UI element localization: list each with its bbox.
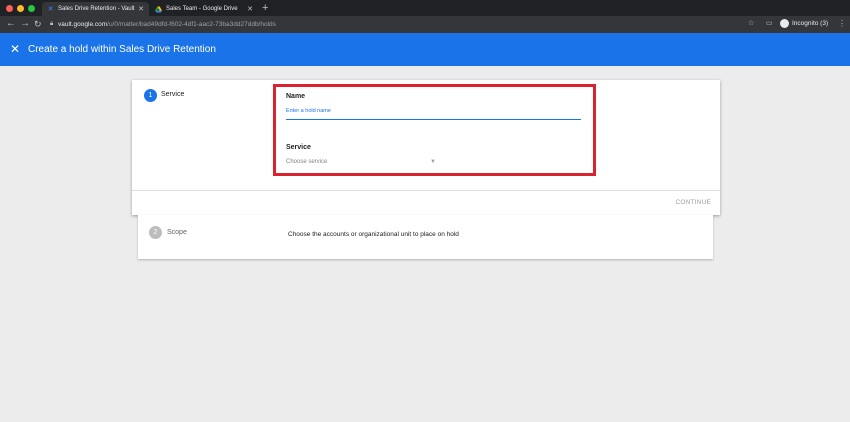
browser-tab-strip: ✕ Sales Drive Retention - Vault ✕ Sales … bbox=[0, 0, 850, 16]
maximize-window-button[interactable] bbox=[28, 5, 35, 12]
drive-icon bbox=[155, 6, 162, 13]
browser-toolbar: ← → ↻ 🔒︎ vault.google.com /u/0/matter/ba… bbox=[0, 16, 850, 33]
cast-icon[interactable]: ▭ bbox=[766, 18, 773, 30]
close-icon[interactable]: ✕ bbox=[247, 5, 253, 13]
step-label: Scope bbox=[167, 229, 187, 236]
url-host: vault.google.com bbox=[58, 21, 108, 28]
continue-button[interactable]: CONTINUE bbox=[675, 199, 711, 206]
address-bar[interactable]: 🔒︎ vault.google.com /u/0/matter/bad49dfd… bbox=[50, 18, 750, 31]
close-icon[interactable]: ✕ bbox=[10, 42, 20, 56]
divider bbox=[132, 190, 720, 191]
step-number-badge: 2 bbox=[149, 226, 162, 239]
lock-icon: 🔒︎ bbox=[50, 21, 54, 27]
close-window-button[interactable] bbox=[6, 5, 13, 12]
url-path: /u/0/matter/bad49dfd-f602-4df1-aac2-73ba… bbox=[107, 21, 276, 28]
reload-icon[interactable]: ↻ bbox=[34, 18, 42, 30]
minimize-window-button[interactable] bbox=[17, 5, 24, 12]
more-menu-icon[interactable]: ⋮ bbox=[838, 18, 846, 30]
step-description: Choose the accounts or organizational un… bbox=[288, 231, 459, 238]
vault-icon: ✕ bbox=[47, 5, 54, 13]
close-icon[interactable]: ✕ bbox=[138, 5, 144, 13]
tab-title: Sales Team - Google Drive bbox=[166, 6, 238, 12]
highlighted-form-section: Name Service Choose service ▼ bbox=[273, 84, 596, 176]
step-number-badge: 1 bbox=[144, 89, 157, 102]
tab-title: Sales Drive Retention - Vault bbox=[58, 6, 135, 12]
page-title: Create a hold within Sales Drive Retenti… bbox=[28, 44, 216, 55]
service-dropdown[interactable]: Choose service ▼ bbox=[286, 156, 436, 168]
star-icon[interactable]: ☆ bbox=[748, 18, 754, 30]
back-arrow-icon[interactable]: ← bbox=[6, 18, 16, 30]
chevron-down-icon: ▼ bbox=[430, 159, 436, 165]
service-label: Service bbox=[286, 144, 311, 151]
incognito-icon[interactable] bbox=[780, 19, 789, 28]
app-header: ✕ Create a hold within Sales Drive Reten… bbox=[0, 33, 850, 66]
tab-sales-drive-retention[interactable]: ✕ Sales Drive Retention - Vault ✕ bbox=[42, 2, 149, 16]
tab-sales-team-drive[interactable]: Sales Team - Google Drive ✕ bbox=[150, 2, 258, 16]
new-tab-button[interactable]: + bbox=[262, 2, 268, 14]
forward-arrow-icon[interactable]: → bbox=[20, 18, 30, 30]
name-label: Name bbox=[286, 93, 306, 100]
hold-name-input[interactable] bbox=[286, 103, 581, 120]
step-service-card: 1 Service Name Service Choose service ▼ … bbox=[132, 80, 720, 215]
incognito-label: Incognito (3) bbox=[792, 20, 829, 27]
step-scope-card[interactable]: 2 Scope Choose the accounts or organizat… bbox=[138, 215, 713, 259]
step-label: Service bbox=[161, 91, 185, 98]
service-placeholder: Choose service bbox=[286, 159, 328, 165]
